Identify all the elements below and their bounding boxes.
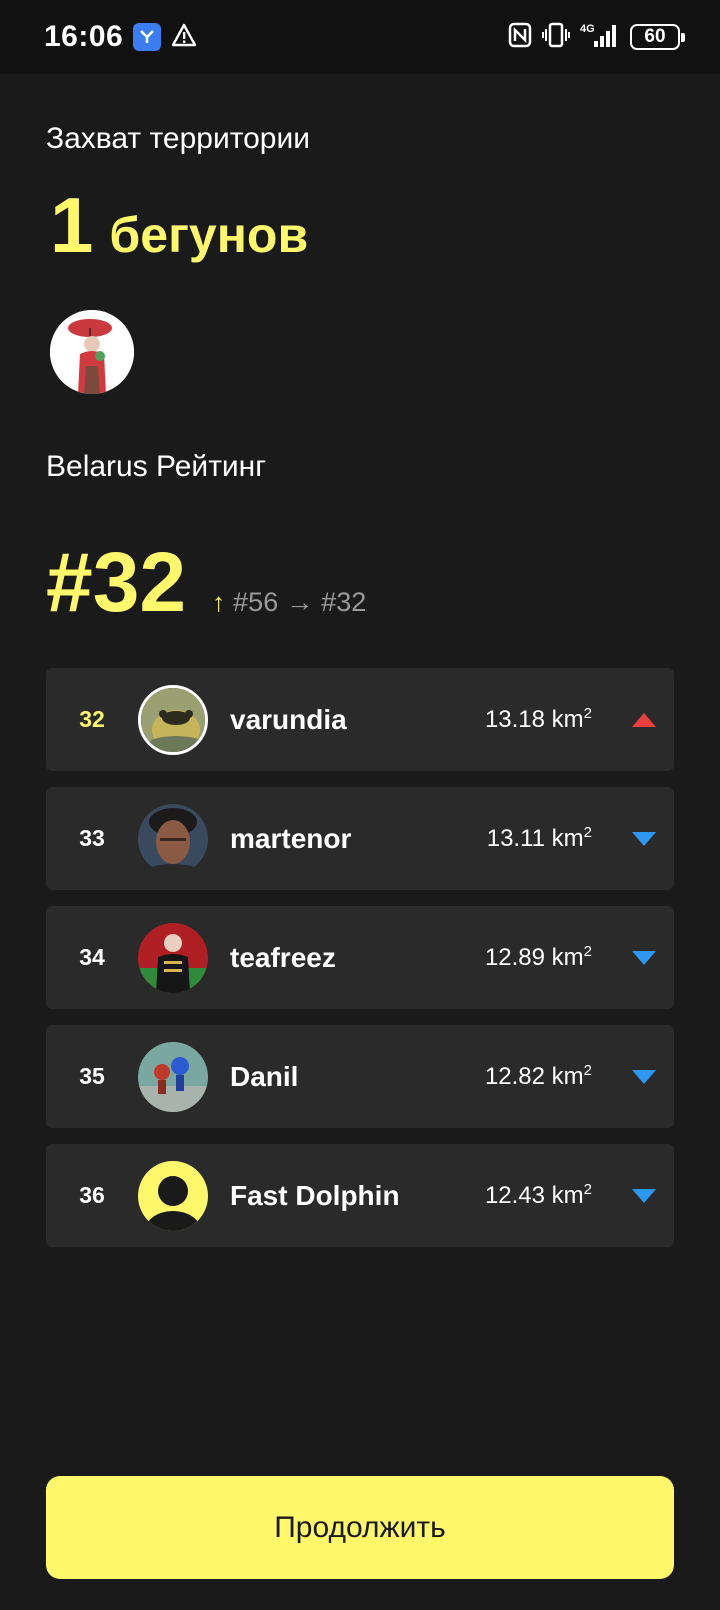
trend-down-icon <box>614 950 674 965</box>
row-rank: 34 <box>79 944 105 970</box>
runners-summary: 1 бегунов <box>50 186 308 264</box>
row-rank: 33 <box>79 825 105 851</box>
battery-icon: 60 <box>630 24 685 50</box>
nfc-icon <box>508 22 532 53</box>
row-name: martenor <box>230 822 352 854</box>
signal-icon: 4G <box>580 21 620 54</box>
rating-title: Belarus Рейтинг <box>46 450 267 483</box>
trend-down-icon <box>614 831 674 846</box>
network-type-label: 4G <box>580 23 595 35</box>
page: 16:06 4G 60 Захват территории 1 бегунов … <box>0 0 720 1610</box>
territory-title: Захват территории <box>46 122 311 155</box>
trend-down-icon <box>614 1069 674 1084</box>
battery-level: 60 <box>644 26 666 47</box>
leaderboard: 32 varundia 13.18 km2 33 martenor 13.11 … <box>46 668 674 1263</box>
leaderboard-row[interactable]: 33 martenor 13.11 km2 <box>46 787 674 890</box>
rank-summary: #32 ↑ #56 → #32 <box>46 540 366 624</box>
row-area: 12.82 km2 <box>484 1062 592 1090</box>
trend-up-icon <box>614 712 674 727</box>
row-area: 13.11 km2 <box>486 824 592 852</box>
vibrate-icon <box>542 22 570 53</box>
rank-change: ↑ #56 → #32 <box>212 587 366 618</box>
row-area: 13.18 km2 <box>484 705 592 733</box>
avatar <box>138 1041 208 1112</box>
runners-label: бегунов <box>109 207 309 263</box>
avatar <box>138 803 208 874</box>
trend-down-icon <box>614 1188 674 1203</box>
status-right: 4G 60 <box>508 21 685 54</box>
runner-avatar[interactable] <box>50 310 134 394</box>
row-rank: 32 <box>79 706 105 732</box>
row-name: Fast Dolphin <box>230 1179 400 1211</box>
row-name: varundia <box>230 703 347 735</box>
status-left: 16:06 <box>44 20 197 54</box>
rank-change-to: #32 <box>321 587 367 617</box>
rank-up-arrow-icon: ↑ <box>212 587 226 617</box>
continue-button[interactable]: Продолжить <box>46 1476 674 1579</box>
status-bar: 16:06 4G 60 <box>0 0 720 74</box>
row-area: 12.89 km2 <box>484 943 592 971</box>
row-name: teafreez <box>230 941 336 973</box>
avatar <box>138 684 208 755</box>
default-avatar-icon <box>138 1160 208 1231</box>
leaderboard-row-current-user[interactable]: 32 varundia 13.18 km2 <box>46 668 674 771</box>
row-area: 12.43 km2 <box>484 1181 592 1209</box>
row-rank: 35 <box>79 1063 105 1089</box>
app-notification-icon <box>133 23 162 51</box>
status-time: 16:06 <box>44 20 124 53</box>
leaderboard-row[interactable]: 35 Danil 12.82 km2 <box>46 1025 674 1128</box>
avatar <box>138 922 208 993</box>
row-name: Danil <box>230 1060 299 1092</box>
row-rank: 36 <box>79 1182 105 1208</box>
leaderboard-row[interactable]: 34 teafreez 12.89 km2 <box>46 906 674 1009</box>
warning-icon <box>171 23 197 52</box>
leaderboard-row[interactable]: 36 Fast Dolphin 12.43 km2 <box>46 1144 674 1247</box>
current-rank: #32 <box>46 535 187 629</box>
rank-change-arrow-icon: → <box>286 587 314 617</box>
rank-change-from: #56 <box>233 587 279 617</box>
runners-count: 1 <box>50 181 94 269</box>
